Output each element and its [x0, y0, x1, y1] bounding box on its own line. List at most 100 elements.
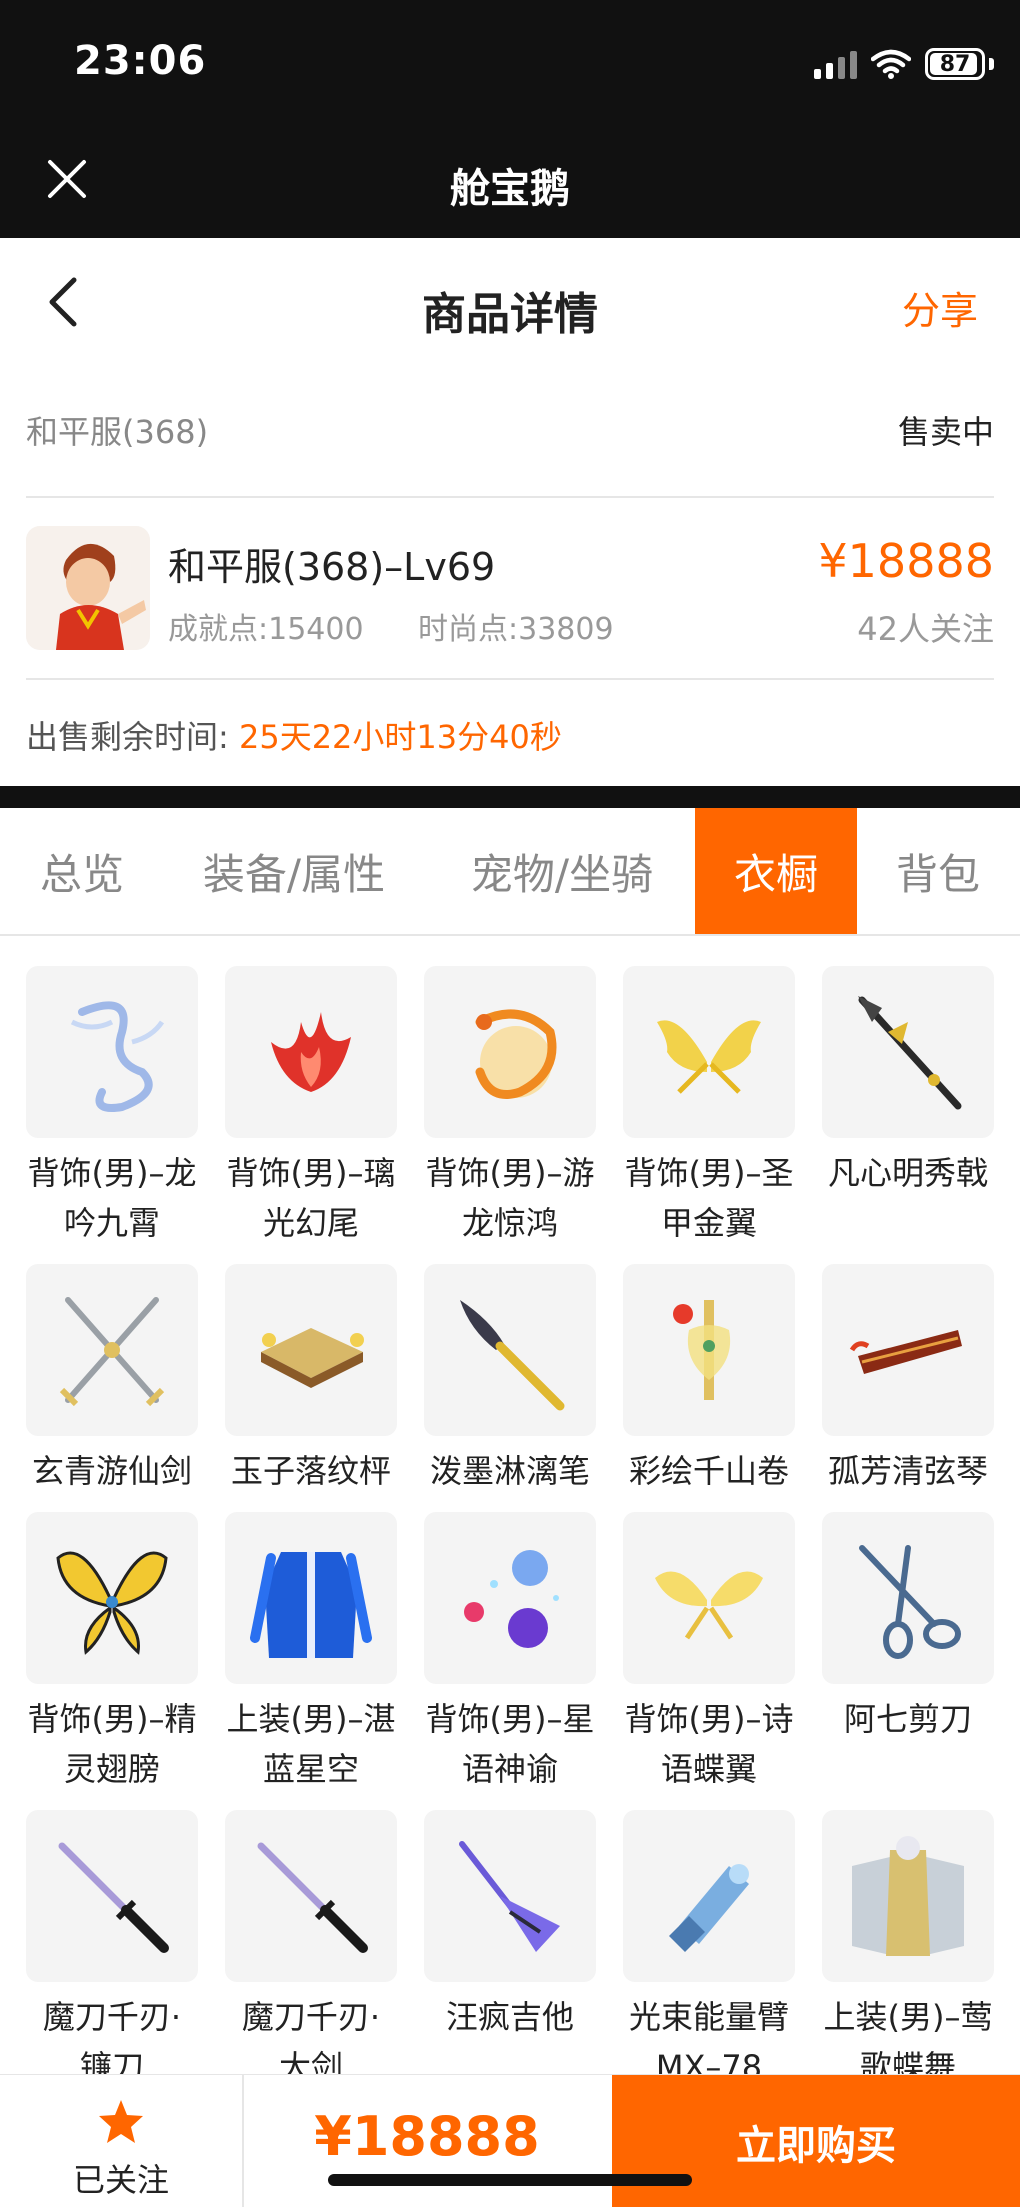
wardrobe-item[interactable]: 凡心明秀戟	[822, 966, 994, 1198]
server-row: 和平服(368) 售卖中	[26, 400, 994, 460]
energy-arm-icon	[623, 1810, 795, 1982]
butterfly-wings-icon	[26, 1512, 198, 1684]
wardrobe-item[interactable]: 彩绘千山卷	[623, 1264, 795, 1496]
scissors-icon	[822, 1512, 994, 1684]
wardrobe-item[interactable]: 背饰(男)–精 灵翅膀	[26, 1512, 198, 1794]
wifi-icon	[871, 49, 911, 79]
page-title: 商品详情	[422, 289, 598, 340]
item-label-line1: 魔刀千刃·	[241, 1998, 381, 2036]
star-icon	[99, 2100, 143, 2143]
character-avatar	[26, 526, 150, 650]
wardrobe-item[interactable]: 背饰(男)–圣 甲金翼	[623, 966, 795, 1248]
battery-icon: 87	[925, 48, 985, 80]
golden-wings-icon	[623, 966, 795, 1138]
wardrobe-item[interactable]: 魔刀千刃· 镰刀	[26, 1810, 198, 2092]
item-label-line1: 玄青游仙剑	[31, 1452, 192, 1490]
red-flame-tail-icon	[225, 966, 397, 1138]
wardrobe-item[interactable]: 背饰(男)–璃 光幻尾	[225, 966, 397, 1248]
wardrobe-item[interactable]: 玉子落纹枰	[225, 1264, 397, 1496]
wardrobe-item[interactable]: 阿七剪刀	[822, 1512, 994, 1744]
status-time: 23:06	[74, 38, 207, 84]
wardrobe-item[interactable]: 上装(男)–湛 蓝星空	[225, 1512, 397, 1794]
wardrobe-item[interactable]: 背饰(男)–诗 语蝶翼	[623, 1512, 795, 1794]
item-label-line1: 泼墨淋漓笔	[429, 1452, 590, 1490]
wardrobe-item[interactable]: 孤芳清弦琴	[822, 1264, 994, 1496]
item-label-line2: 龙惊鸿	[461, 1204, 558, 1242]
tab-backpack[interactable]: 背包	[868, 808, 1008, 934]
divider	[26, 678, 994, 680]
crossed-swords-icon	[26, 1264, 198, 1436]
item-label-line1: 玉子落纹枰	[230, 1452, 391, 1490]
tab-equipment[interactable]: 装备/属性	[176, 808, 412, 934]
tab-pets-mounts[interactable]: 宠物/坐骑	[440, 808, 684, 934]
item-label-line1: 汪疯吉他	[445, 1998, 574, 2036]
item-label-line2: 甲金翼	[660, 1204, 757, 1242]
item-label-line1: 魔刀千刃·	[42, 1998, 182, 2036]
item-label-line1: 背饰(男)–圣	[624, 1154, 794, 1192]
wardrobe-item[interactable]: 背饰(男)–星 语神谕	[424, 1512, 596, 1794]
item-label-line2: 光幻尾	[262, 1204, 359, 1242]
item-label-line1: 上装(男)–湛	[226, 1700, 396, 1738]
item-label-line1: 背饰(男)–龙	[27, 1154, 197, 1192]
nav-bar: 商品详情 分享	[0, 238, 1020, 368]
battery-level: 87	[939, 51, 971, 77]
yellow-butterfly-wings-icon	[623, 1512, 795, 1684]
share-button[interactable]: 分享	[902, 280, 978, 335]
item-label-line2: 语蝶翼	[660, 1750, 757, 1788]
golden-dragon-icon	[424, 966, 596, 1138]
zither-icon	[822, 1264, 994, 1436]
divider	[26, 496, 994, 498]
watcher-count: 42人关注	[857, 610, 994, 648]
status-bar: 23:06 87	[0, 0, 1020, 120]
home-indicator	[328, 2174, 692, 2186]
tab-overview[interactable]: 总览	[0, 808, 164, 934]
tab-bar: 总览 装备/属性 宠物/坐骑 衣橱 背包	[0, 808, 1020, 936]
item-label-line1: 背饰(男)–星	[425, 1700, 595, 1738]
item-label-line2: 灵翅膀	[63, 1750, 160, 1788]
status-icons: 87	[814, 44, 994, 84]
remaining-time: 出售剩余时间: 25天22小时13分40秒	[26, 712, 562, 758]
item-label-line1: 背饰(男)–诗	[624, 1700, 794, 1738]
wardrobe-item[interactable]: 魔刀千刃· 大剑	[225, 1810, 397, 2092]
wardrobe-item[interactable]: 泼墨淋漓笔	[424, 1264, 596, 1496]
item-label-line2: 吟九霄	[63, 1204, 160, 1242]
wardrobe-item[interactable]: 背饰(男)–游 龙惊鸿	[424, 966, 596, 1248]
winged-armor-icon	[822, 1810, 994, 1982]
item-label-line1: 光束能量臂	[628, 1998, 789, 2036]
katana-icon	[26, 1810, 198, 1982]
product-name: 和平服(368)–Lv69	[168, 545, 496, 589]
wardrobe-item[interactable]: 上装(男)–莺 歌蝶舞	[822, 1810, 994, 2092]
product-summary[interactable]: 和平服(368)–Lv69 成就点:15400 时尚点:33809 ¥18888…	[26, 524, 994, 654]
item-label-line1: 背饰(男)–游	[425, 1154, 595, 1192]
item-label-line1: 阿七剪刀	[843, 1700, 972, 1738]
server-name: 和平服(368)	[26, 413, 209, 451]
item-label-line1: 凡心明秀戟	[827, 1154, 988, 1192]
item-label-line1: 背饰(男)–精	[27, 1700, 197, 1738]
item-label-line2: 语神谕	[461, 1750, 558, 1788]
follow-label: 已关注	[72, 2161, 169, 2199]
achievement-points: 成就点:15400	[168, 612, 364, 647]
item-label-line2: 蓝星空	[262, 1750, 359, 1788]
halberd-icon	[822, 966, 994, 1138]
electric-guitar-icon	[424, 1810, 596, 1982]
bottom-action-bar: 已关注 ¥18888 立即购买	[0, 2074, 1020, 2207]
wardrobe-item[interactable]: 背饰(男)–龙 吟九霄	[26, 966, 198, 1248]
item-label-line1: 孤芳清弦琴	[827, 1452, 988, 1490]
wardrobe-item[interactable]: 汪疯吉他	[424, 1810, 596, 2042]
item-label-line1: 背饰(男)–璃	[226, 1154, 396, 1192]
app-bar: 舱宝鹅	[0, 120, 1020, 238]
total-price: ¥18888	[314, 2105, 540, 2168]
remaining-time-value: 25天22小时13分40秒	[238, 718, 562, 756]
buy-now-button[interactable]: 立即购买	[612, 2075, 1020, 2207]
item-label-line1: 上装(男)–莺	[823, 1998, 993, 2036]
go-board-icon	[225, 1264, 397, 1436]
ink-brush-icon	[424, 1264, 596, 1436]
wardrobe-item[interactable]: 玄青游仙剑	[26, 1264, 198, 1496]
item-label-line1: 彩绘千山卷	[628, 1452, 789, 1490]
dragon-back-accessory-icon	[26, 966, 198, 1138]
star-orbs-icon	[424, 1512, 596, 1684]
follow-button[interactable]: 已关注	[0, 2075, 244, 2207]
wardrobe-item[interactable]: 光束能量臂 MX–78	[623, 1810, 795, 2092]
product-price: ¥18888	[818, 534, 994, 588]
tab-wardrobe[interactable]: 衣橱	[695, 808, 857, 934]
